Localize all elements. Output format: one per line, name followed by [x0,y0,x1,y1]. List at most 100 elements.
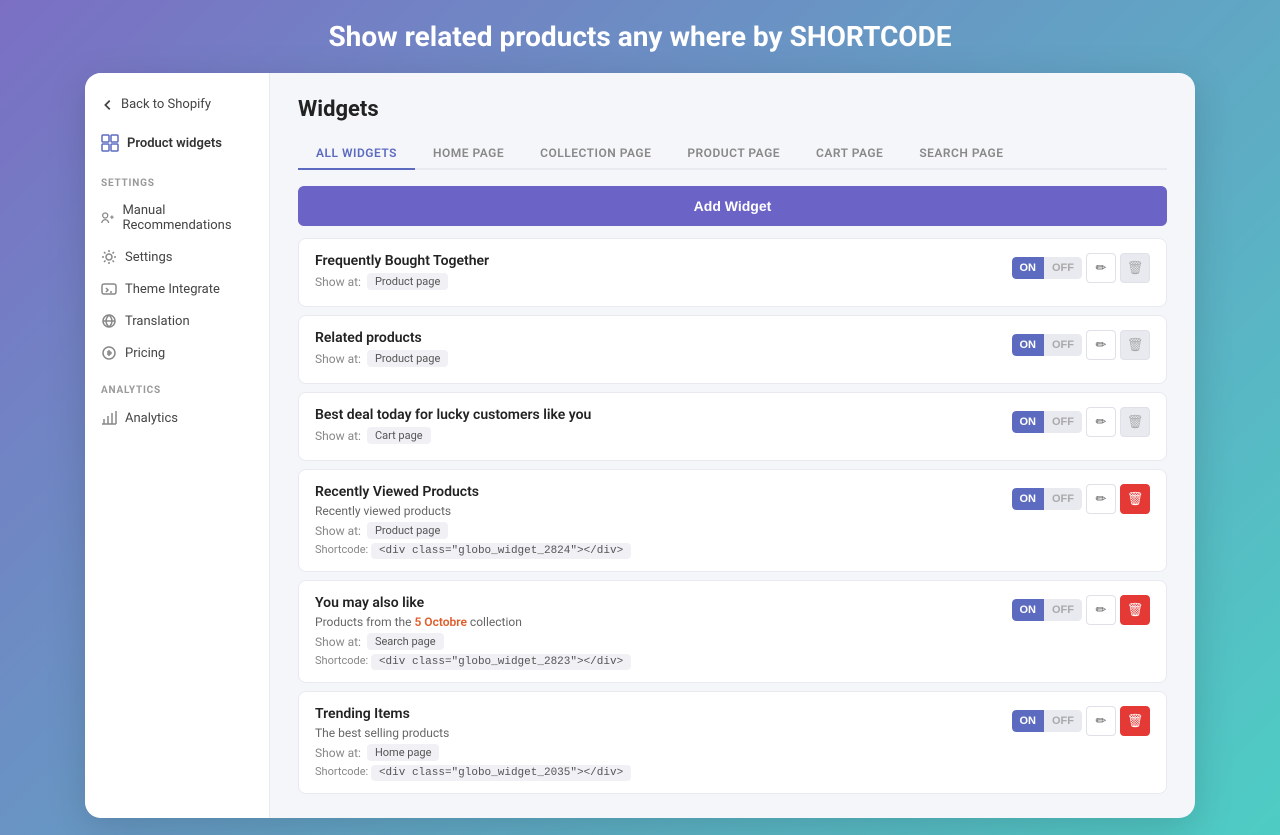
sidebar-item-translation-label: Translation [125,314,190,329]
sidebar-item-theme-integrate-label: Theme Integrate [125,282,220,297]
widget-info: Frequently Bought Together Show at: Prod… [315,253,1000,292]
sidebar-item-settings[interactable]: Settings [85,241,269,273]
sub-suffix: collection [467,615,522,629]
widget-info: Related products Show at: Product page [315,330,1000,369]
product-widgets-nav[interactable]: Product widgets [85,124,269,162]
edit-icon: ✏ [1096,337,1107,353]
delete-button[interactable]: 🗑 [1120,484,1150,514]
theme-integrate-icon [101,281,117,297]
sidebar-item-analytics-label: Analytics [125,411,178,426]
show-at-label: Show at: [315,352,361,366]
widget-list: Frequently Bought Together Show at: Prod… [298,238,1167,794]
shortcode-label: Shortcode: [315,543,368,556]
edit-button[interactable]: ✏ [1086,484,1116,514]
widget-sub: The best selling products [315,726,1000,740]
page-title: Show related products any where by SHORT… [328,20,951,53]
widget-controls: ON OFF ✏ 🗑 [1012,706,1151,736]
widget-show-at: Show at: Search page [315,633,1000,650]
shortcode-value: <div class="globo_widget_2824"></div> [371,543,631,559]
app-container: Back to Shopify Product widgets SETTINGS… [85,73,1195,818]
toggle-group: ON OFF [1012,411,1083,433]
delete-button[interactable]: 🗑 [1120,595,1150,625]
show-at-label: Show at: [315,429,361,443]
show-at-label: Show at: [315,635,361,649]
pricing-icon [101,345,117,361]
add-widget-button[interactable]: Add Widget [298,186,1167,226]
edit-button[interactable]: ✏ [1086,706,1116,736]
widget-card-trending-items: Trending Items The best selling products… [298,691,1167,794]
sidebar: Back to Shopify Product widgets SETTINGS… [85,73,270,818]
sidebar-item-manual-rec-label: Manual Recommendations [122,203,253,233]
toggle-on-button[interactable]: ON [1012,488,1045,510]
toggle-on-button[interactable]: ON [1012,599,1045,621]
toggle-on-button[interactable]: ON [1012,257,1045,279]
edit-button[interactable]: ✏ [1086,595,1116,625]
toggle-group: ON OFF [1012,334,1083,356]
back-arrow-icon [101,98,115,112]
tab-cart-page[interactable]: CART PAGE [798,138,901,170]
translation-icon [101,313,117,329]
sidebar-item-manual-recommendations[interactable]: Manual Recommendations [85,195,269,241]
toggle-group: ON OFF [1012,257,1083,279]
show-at-label: Show at: [315,746,361,760]
sub-highlight: 5 Octobre [414,615,466,629]
tab-product-page[interactable]: PRODUCT PAGE [669,138,798,170]
toggle-on-button[interactable]: ON [1012,710,1045,732]
delete-button[interactable]: 🗑 [1120,706,1150,736]
widget-shortcode: Shortcode: <div class="globo_widget_2035… [315,765,1000,779]
toggle-off-button[interactable]: OFF [1044,411,1082,433]
edit-button[interactable]: ✏ [1086,330,1116,360]
tab-all-widgets[interactable]: ALL WIDGETS [298,138,415,170]
manual-rec-icon [101,210,114,226]
widget-info: Trending Items The best selling products… [315,706,1000,779]
delete-button[interactable]: 🗑 [1120,407,1150,437]
toggle-on-button[interactable]: ON [1012,334,1045,356]
sidebar-item-pricing[interactable]: Pricing [85,337,269,369]
analytics-section-label: ANALYTICS [85,381,269,402]
edit-button[interactable]: ✏ [1086,253,1116,283]
page-tag: Cart page [367,427,431,444]
widget-card-recently-viewed: Recently Viewed Products Recently viewed… [298,469,1167,572]
sidebar-item-theme-integrate[interactable]: Theme Integrate [85,273,269,305]
sidebar-item-translation[interactable]: Translation [85,305,269,337]
back-to-shopify[interactable]: Back to Shopify [85,89,269,120]
toggle-group: ON OFF [1012,599,1083,621]
sidebar-item-settings-label: Settings [125,250,172,265]
toggle-on-button[interactable]: ON [1012,411,1045,433]
edit-button[interactable]: ✏ [1086,407,1116,437]
page-tag: Search page [367,633,444,650]
analytics-icon [101,410,117,426]
toggle-group: ON OFF [1012,710,1083,732]
widget-sub: Products from the 5 Octobre collection [315,615,1000,629]
widget-card-frequently-bought: Frequently Bought Together Show at: Prod… [298,238,1167,307]
delete-button[interactable]: 🗑 [1120,253,1150,283]
toggle-off-button[interactable]: OFF [1044,710,1082,732]
show-at-label: Show at: [315,524,361,538]
widget-controls: ON OFF ✏ 🗑 [1012,407,1151,437]
trash-icon: 🗑 [1127,260,1144,276]
shortcode-value: <div class="globo_widget_2823"></div> [371,654,631,670]
shortcode-label: Shortcode: [315,654,368,667]
tab-search-page[interactable]: SEARCH PAGE [901,138,1021,170]
widget-controls: ON OFF ✏ 🗑 [1012,330,1151,360]
page-tag: Product page [367,350,448,367]
tab-collection-page[interactable]: COLLECTION PAGE [522,138,669,170]
sidebar-item-analytics[interactable]: Analytics [85,402,269,434]
toggle-group: ON OFF [1012,488,1083,510]
widget-info: Recently Viewed Products Recently viewed… [315,484,1000,557]
sidebar-item-pricing-label: Pricing [125,346,165,361]
toggle-off-button[interactable]: OFF [1044,488,1082,510]
trash-icon: 🗑 [1127,602,1144,618]
toggle-off-button[interactable]: OFF [1044,257,1082,279]
toggle-off-button[interactable]: OFF [1044,599,1082,621]
toggle-off-button[interactable]: OFF [1044,334,1082,356]
edit-icon: ✏ [1096,713,1107,729]
trash-icon: 🗑 [1127,713,1144,729]
page-header: Show related products any where by SHORT… [328,20,951,73]
grid-icon [101,134,119,152]
shortcode-value: <div class="globo_widget_2035"></div> [371,765,631,781]
widget-name: Related products [315,330,1000,346]
widget-controls: ON OFF ✏ 🗑 [1012,253,1151,283]
delete-button[interactable]: 🗑 [1120,330,1150,360]
tab-home-page[interactable]: HOME PAGE [415,138,522,170]
